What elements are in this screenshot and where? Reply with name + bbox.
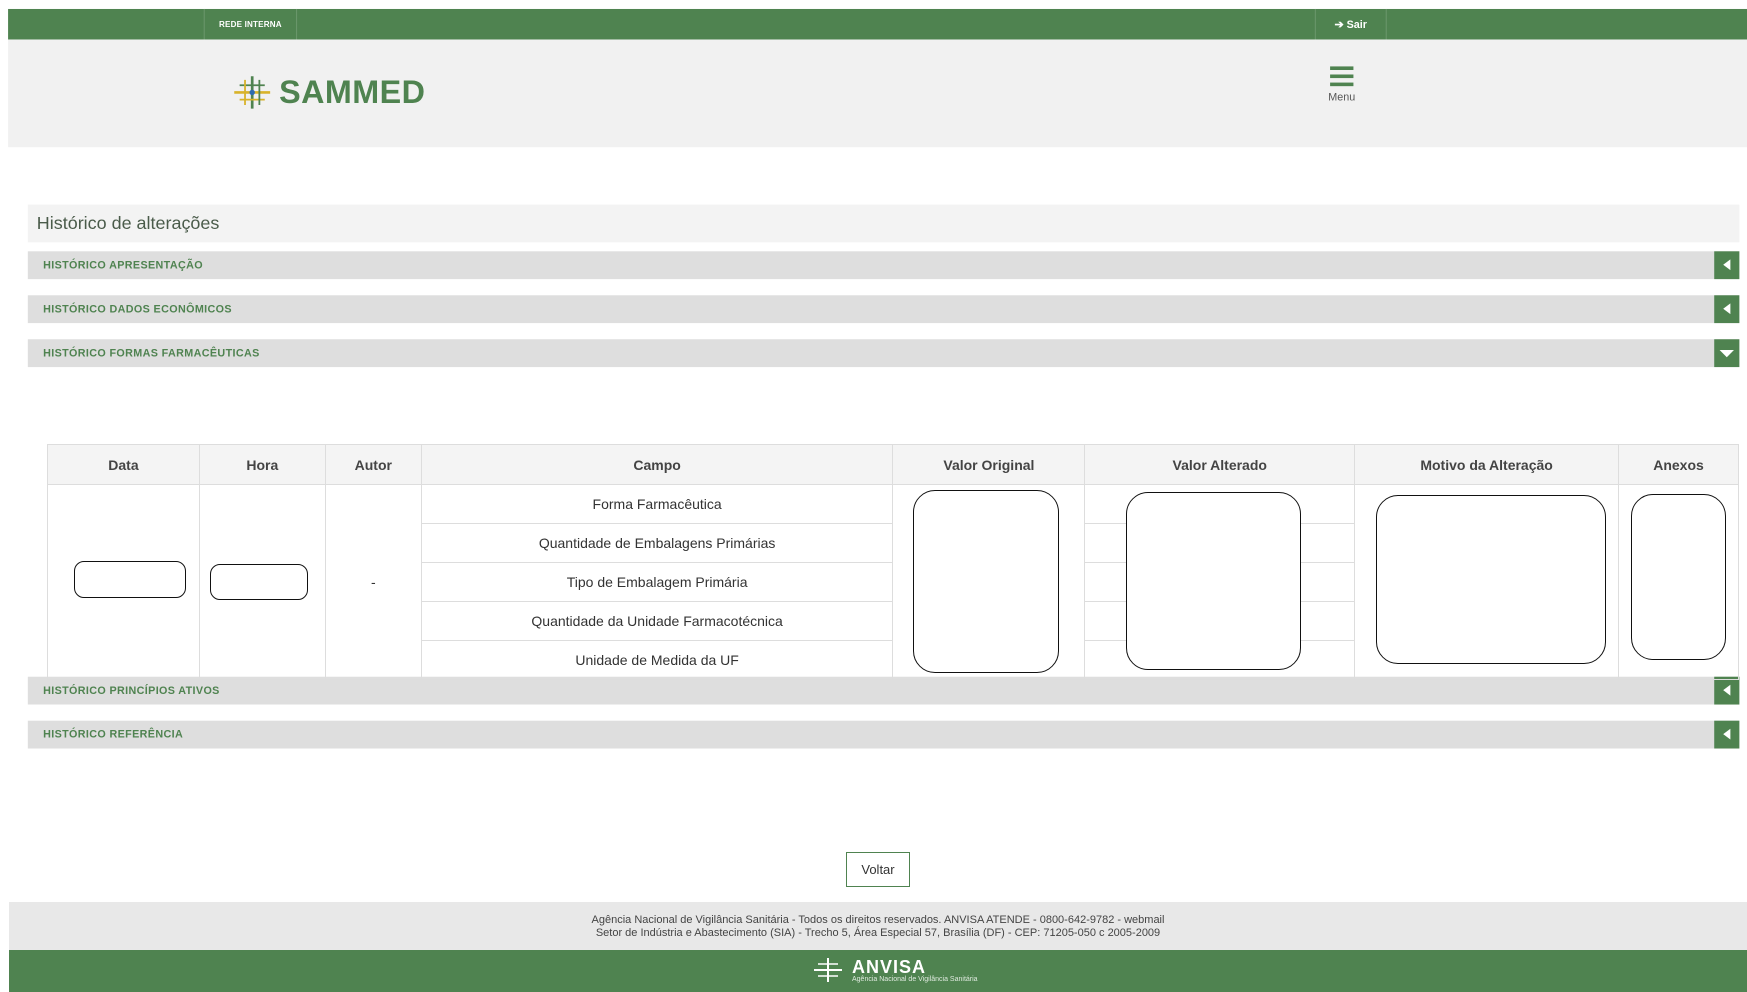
table-header-row: Data Hora Autor Campo Valor Original Val… <box>47 444 1739 485</box>
footer: Agência Nacional de Vigilância Sanitária… <box>9 902 1747 950</box>
caret-left-icon <box>1723 259 1731 271</box>
sammed-logo-icon <box>232 74 271 110</box>
accordion-label: HISTÓRICO PRINCÍPIOS ATIVOS <box>43 683 220 697</box>
accordion-toggle[interactable] <box>1714 295 1740 324</box>
redacted-date <box>74 561 186 598</box>
anvisa-logo[interactable]: ANVISA Agência Nacional de Vigilância Sa… <box>812 956 978 984</box>
app-frame: REDE INTERNA ➔ Sair SAMMED Menu <box>8 8 1747 148</box>
redacted-valor-original <box>913 490 1059 673</box>
voltar-button[interactable]: Voltar <box>846 852 910 887</box>
header: SAMMED Menu <box>8 39 1747 148</box>
col-header-data: Data <box>47 444 200 485</box>
accordion-toggle[interactable] <box>1714 339 1740 368</box>
caret-down-icon <box>1719 350 1734 358</box>
accordion-toggle[interactable] <box>1714 251 1740 280</box>
accordion-historico-dados-economicos[interactable]: HISTÓRICO DADOS ECONÔMICOS <box>27 295 1740 324</box>
accordion-label: HISTÓRICO REFERÊNCIA <box>43 727 184 741</box>
caret-left-icon <box>1723 303 1731 315</box>
top-bar: REDE INTERNA ➔ Sair <box>8 8 1747 40</box>
cell-campo: Unidade de Medida da UF <box>420 640 894 680</box>
anvisa-name: ANVISA <box>852 956 927 977</box>
main-content: Histórico de alterações HISTÓRICO APRESE… <box>27 204 1740 749</box>
accordion-historico-referencia[interactable]: HISTÓRICO REFERÊNCIA <box>27 720 1740 749</box>
accordion-historico-principios-ativos[interactable]: HISTÓRICO PRINCÍPIOS ATIVOS <box>27 676 1740 705</box>
col-header-motivo: Motivo da Alteração <box>1354 444 1619 485</box>
anvisa-subtitle: Agência Nacional de Vigilância Sanitária <box>852 975 978 983</box>
footer-line-2: Setor de Indústria e Abastecimento (SIA)… <box>595 927 1161 939</box>
hamburger-icon <box>1330 66 1354 87</box>
page-title: Histórico de alterações <box>27 204 1740 243</box>
col-header-campo: Campo <box>420 444 894 485</box>
cell-campo: Quantidade de Embalagens Primárias <box>420 523 894 563</box>
logout-icon: ➔ <box>1334 17 1344 31</box>
redacted-anexos <box>1631 494 1726 660</box>
logo[interactable]: SAMMED <box>232 74 425 112</box>
redacted-motivo <box>1376 495 1606 664</box>
col-header-autor: Autor <box>324 444 422 485</box>
logo-text: SAMMED <box>279 73 426 111</box>
accordion-historico-apresentacao[interactable]: HISTÓRICO APRESENTAÇÃO <box>27 251 1740 280</box>
col-header-valor-alterado: Valor Alterado <box>1084 444 1356 485</box>
rede-interna-link[interactable]: REDE INTERNA <box>203 8 297 40</box>
redacted-time <box>210 564 308 600</box>
logout-label: Sair <box>1346 17 1367 31</box>
menu-button[interactable]: Menu <box>1315 66 1369 103</box>
footer-line-1: Agência Nacional de Vigilância Sanitária… <box>591 914 1165 926</box>
cell-campo: Forma Farmacêutica <box>420 484 894 524</box>
anvisa-logo-icon <box>814 958 842 982</box>
cell-autor: - <box>324 484 422 680</box>
col-header-valor-original: Valor Original <box>892 444 1086 485</box>
accordion-historico-formas-farmaceuticas[interactable]: HISTÓRICO FORMAS FARMACÊUTICAS <box>27 339 1740 368</box>
accordion-label: HISTÓRICO APRESENTAÇÃO <box>43 258 203 272</box>
accordion-toggle[interactable] <box>1714 676 1740 705</box>
col-header-anexos: Anexos <box>1618 444 1739 485</box>
col-header-hora: Hora <box>198 444 326 485</box>
menu-label: Menu <box>1328 90 1356 104</box>
caret-left-icon <box>1723 684 1731 696</box>
caret-left-icon <box>1723 728 1731 740</box>
accordion-toggle[interactable] <box>1714 720 1740 749</box>
redacted-valor-alterado <box>1126 492 1301 670</box>
footer-brand-bar: ANVISA Agência Nacional de Vigilância Sa… <box>9 950 1747 992</box>
logout-button[interactable]: ➔ Sair <box>1314 8 1387 40</box>
accordion-label: HISTÓRICO FORMAS FARMACÊUTICAS <box>43 346 260 359</box>
accordion-label: HISTÓRICO DADOS ECONÔMICOS <box>43 302 232 316</box>
cell-campo: Tipo de Embalagem Primária <box>420 562 894 602</box>
cell-campo: Quantidade da Unidade Farmacotécnica <box>420 601 894 641</box>
